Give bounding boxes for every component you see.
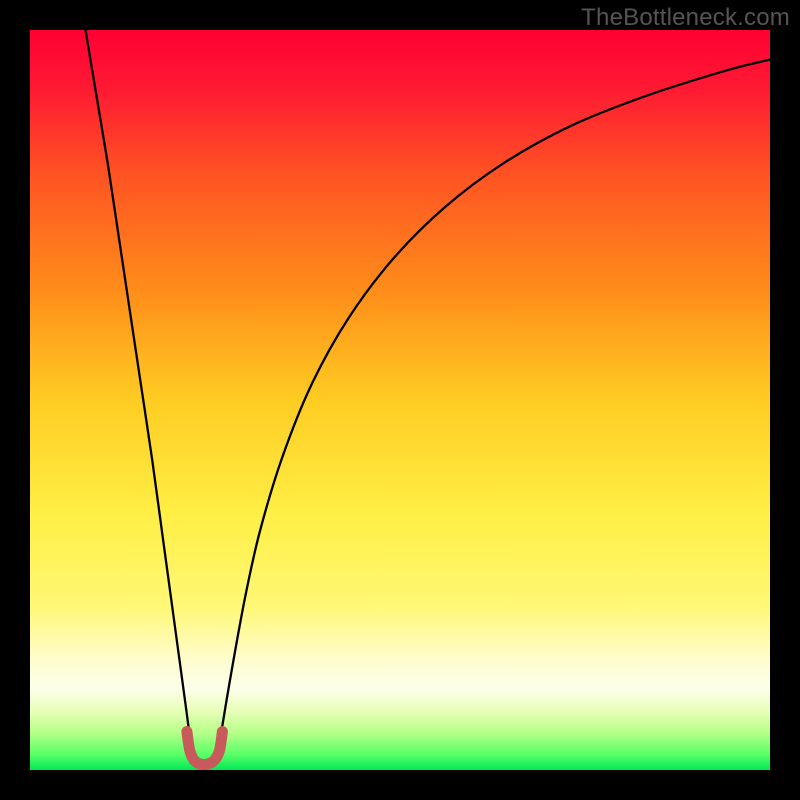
bottleneck-chart xyxy=(30,30,770,770)
chart-frame xyxy=(30,30,770,770)
watermark-text: TheBottleneck.com xyxy=(581,4,790,32)
chart-background xyxy=(30,30,770,770)
